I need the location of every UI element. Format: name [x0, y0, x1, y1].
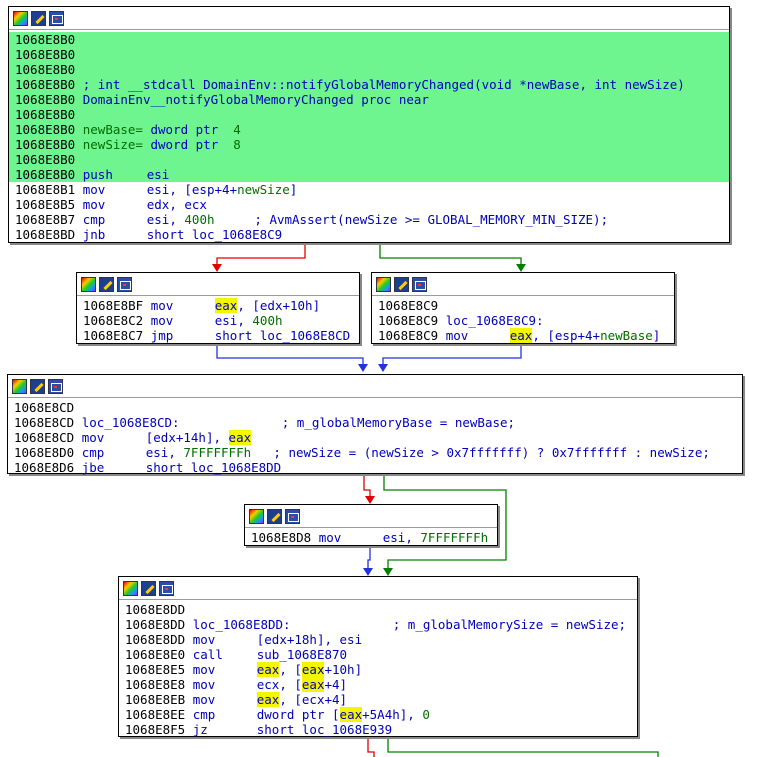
- edge-false: [216, 243, 306, 268]
- color-icon[interactable]: [81, 276, 96, 292]
- code-line[interactable]: 1068E8EB mov eax, [ecx+4]: [119, 692, 637, 707]
- code-line[interactable]: 1068E8E8 mov ecx, [eax+4]: [119, 677, 637, 692]
- code-line[interactable]: 1068E8B0 newBase= dword ptr 4: [9, 122, 729, 137]
- block-header: [372, 273, 674, 296]
- block-header: [9, 7, 729, 30]
- code-line[interactable]: 1068E8D8 mov esi, 7FFFFFFFh: [245, 530, 497, 545]
- block-code: 1068E8D8 mov esi, 7FFFFFFFh: [245, 528, 497, 547]
- color-icon[interactable]: [376, 276, 391, 292]
- edge-uncond: [216, 344, 364, 368]
- graph-icon[interactable]: [49, 10, 64, 26]
- edit-icon[interactable]: [267, 508, 282, 524]
- code-line[interactable]: 1068E8BD jnb short loc_1068E8C9: [9, 227, 729, 242]
- arrow-head: [212, 264, 222, 272]
- code-line[interactable]: 1068E8BF mov eax, [edx+10h]: [77, 298, 359, 313]
- color-icon[interactable]: [249, 508, 264, 524]
- code-line[interactable]: 1068E8B0 push esi: [9, 167, 729, 182]
- code-block-merge[interactable]: 1068E8CD 1068E8CD loc_1068E8CD:; m_globa…: [7, 374, 743, 477]
- code-line[interactable]: 1068E8DD mov [edx+18h], esi: [119, 632, 637, 647]
- code-line[interactable]: 1068E8C9 mov eax, [esp+4+newBase]: [372, 328, 674, 343]
- arrow-head: [383, 568, 393, 576]
- code-line[interactable]: 1068E8B0 newSize= dword ptr 8: [9, 137, 729, 152]
- block-code: 1068E8BF mov eax, [edx+10h] 1068E8C2 mov e…: [77, 296, 359, 345]
- code-line[interactable]: 1068E8B5 mov edx, ecx: [9, 197, 729, 212]
- code-line[interactable]: 1068E8EE cmp dword ptr [eax+5A4h], 0: [119, 707, 637, 722]
- code-line[interactable]: 1068E8C7 jmp short loc_1068E8CD: [77, 328, 359, 343]
- block-header: [8, 375, 742, 398]
- edge-uncond: [367, 545, 371, 572]
- code-line[interactable]: 1068E8F5 jz short loc_1068E939: [119, 722, 637, 737]
- arrow-head: [378, 364, 388, 372]
- code-line[interactable]: 1068E8B0 DomainEnv__notifyGlobalMemoryCh…: [9, 92, 729, 107]
- color-icon[interactable]: [12, 378, 27, 394]
- graph-icon[interactable]: [159, 580, 174, 596]
- edge-true: [387, 737, 659, 757]
- color-icon[interactable]: [123, 580, 138, 596]
- block-code: 1068E8DD 1068E8DD loc_1068E8DD:; m_globa…: [119, 600, 637, 739]
- code-line[interactable]: 1068E8DD loc_1068E8DD:; m_globalMemorySi…: [119, 617, 637, 632]
- edit-icon[interactable]: [99, 276, 114, 292]
- code-line[interactable]: 1068E8B1 mov esi, [esp+4+newSize]: [9, 182, 729, 197]
- code-line[interactable]: 1068E8B7 cmp esi, 400h; AvmAssert(newSize…: [9, 212, 729, 227]
- code-line[interactable]: 1068E8B0: [9, 107, 729, 122]
- edit-icon[interactable]: [31, 10, 46, 26]
- block-header: [77, 273, 359, 296]
- code-line[interactable]: 1068E8C2 mov esi, 400h: [77, 313, 359, 328]
- code-line[interactable]: 1068E8B0 ; int __stdcall DomainEnv::noti…: [9, 77, 729, 92]
- code-line[interactable]: 1068E8DD: [119, 602, 637, 617]
- code-block-tail[interactable]: 1068E8DD 1068E8DD loc_1068E8DD:; m_globa…: [118, 576, 638, 737]
- code-block-clamp[interactable]: 1068E8D8 mov esi, 7FFFFFFFh: [244, 504, 498, 546]
- edit-icon[interactable]: [141, 580, 156, 596]
- graph-icon[interactable]: [117, 276, 132, 292]
- code-line[interactable]: 1068E8CD mov [edx+14h], eax: [8, 430, 742, 445]
- code-block-right[interactable]: 1068E8C9 1068E8C9 loc_1068E8C9: 1068E8C9…: [371, 272, 675, 344]
- edit-icon[interactable]: [394, 276, 409, 292]
- edge-false: [367, 737, 375, 757]
- code-line[interactable]: 1068E8E5 mov eax, [eax+10h]: [119, 662, 637, 677]
- code-line[interactable]: 1068E8B0: [9, 32, 729, 47]
- code-block-left[interactable]: 1068E8BF mov eax, [edx+10h] 1068E8C2 mov e…: [76, 272, 360, 344]
- block-code: 1068E8B0 1068E8B0 1068E8B0 1068E8B0 ; in…: [9, 30, 729, 244]
- graph-icon[interactable]: [48, 378, 63, 394]
- arrow-head: [365, 496, 375, 504]
- graph-icon[interactable]: [285, 508, 300, 524]
- code-block-entry[interactable]: 1068E8B0 1068E8B0 1068E8B0 1068E8B0 ; in…: [8, 6, 730, 243]
- arrow-head: [358, 364, 368, 372]
- code-line[interactable]: 1068E8CD loc_1068E8CD:; m_globalMemoryBa…: [8, 415, 742, 430]
- edge-uncond: [382, 344, 522, 368]
- code-line[interactable]: 1068E8E0 call sub_1068E870: [119, 647, 637, 662]
- arrow-head: [516, 264, 526, 272]
- edit-icon[interactable]: [30, 378, 45, 394]
- block-code: 1068E8C9 1068E8C9 loc_1068E8C9: 1068E8C9…: [372, 296, 674, 345]
- graph-icon[interactable]: [412, 276, 427, 292]
- arrow-head: [363, 568, 373, 576]
- code-line[interactable]: 1068E8B0: [9, 47, 729, 62]
- block-header: [119, 577, 637, 600]
- edge-true: [379, 243, 522, 268]
- code-line[interactable]: 1068E8D0 cmp esi, 7FFFFFFFh; newSize = (n…: [8, 445, 742, 460]
- code-line[interactable]: 1068E8CD: [8, 400, 742, 415]
- code-line[interactable]: 1068E8B0: [9, 152, 729, 167]
- code-line[interactable]: 1068E8C9 loc_1068E8C9:: [372, 313, 674, 328]
- code-line[interactable]: 1068E8C9: [372, 298, 674, 313]
- color-icon[interactable]: [13, 10, 28, 26]
- block-header: [245, 505, 497, 528]
- code-line[interactable]: 1068E8B0: [9, 62, 729, 77]
- block-code: 1068E8CD 1068E8CD loc_1068E8CD:; m_globa…: [8, 398, 742, 477]
- code-line[interactable]: 1068E8D6 jbe short loc_1068E8DD: [8, 460, 742, 475]
